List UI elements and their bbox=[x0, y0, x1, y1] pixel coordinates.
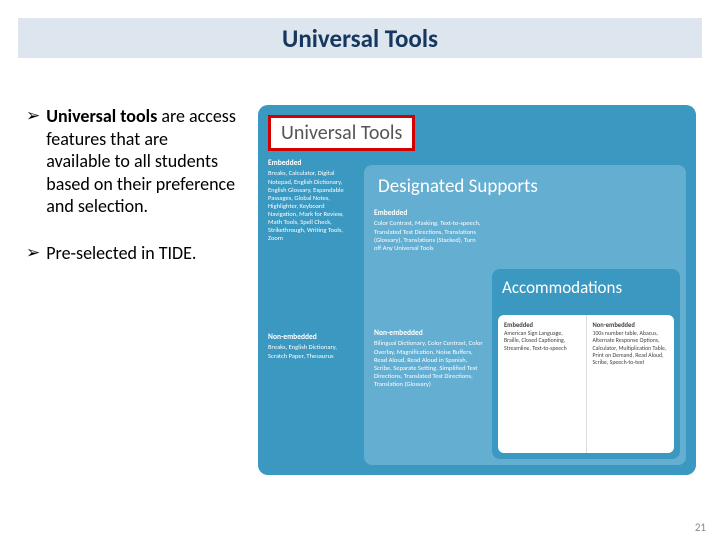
accommodations-box: Accommodations Embedded American Sign La… bbox=[492, 269, 680, 459]
designated-supports-box: Designated Supports Embedded Color Contr… bbox=[364, 165, 686, 465]
designated-embedded: Embedded Color Contrast, Masking, Text-t… bbox=[374, 209, 484, 252]
tools-diagram: Universal Tools Embedded Breaks, Calcula… bbox=[258, 105, 696, 475]
slide-title: Universal Tools bbox=[282, 23, 438, 54]
bullet-text: Pre-selected in TIDE. bbox=[46, 242, 236, 265]
designated-nonembedded: Non-embedded Bilingual Dictionary, Color… bbox=[374, 329, 484, 388]
universal-embedded: Embedded Breaks, Calculator, Digital Not… bbox=[268, 159, 354, 243]
title-bar: Universal Tools bbox=[18, 18, 702, 58]
accommodations-row: Embedded American Sign Language, Braille… bbox=[498, 315, 674, 453]
designated-supports-label: Designated Supports bbox=[364, 165, 686, 198]
bullet-arrow-icon: ➢ bbox=[26, 105, 40, 218]
universal-nonembedded: Non-embedded Breaks, English Dictionary,… bbox=[268, 333, 354, 360]
bullet-item: ➢ Pre-selected in TIDE. bbox=[26, 242, 236, 265]
bullet-text: Universal tools are access features that… bbox=[46, 105, 236, 218]
page-number: 21 bbox=[695, 521, 706, 534]
bullet-list: ➢ Universal tools are access features th… bbox=[26, 105, 236, 288]
bullet-arrow-icon: ➢ bbox=[26, 242, 40, 265]
bullet-item: ➢ Universal tools are access features th… bbox=[26, 105, 236, 218]
accommodations-nonembedded: Non-embedded 100s number table, Abacus, … bbox=[586, 315, 675, 453]
accommodations-label: Accommodations bbox=[492, 269, 680, 298]
accommodations-embedded: Embedded American Sign Language, Braille… bbox=[498, 315, 586, 453]
universal-tools-label: Universal Tools bbox=[268, 115, 415, 151]
